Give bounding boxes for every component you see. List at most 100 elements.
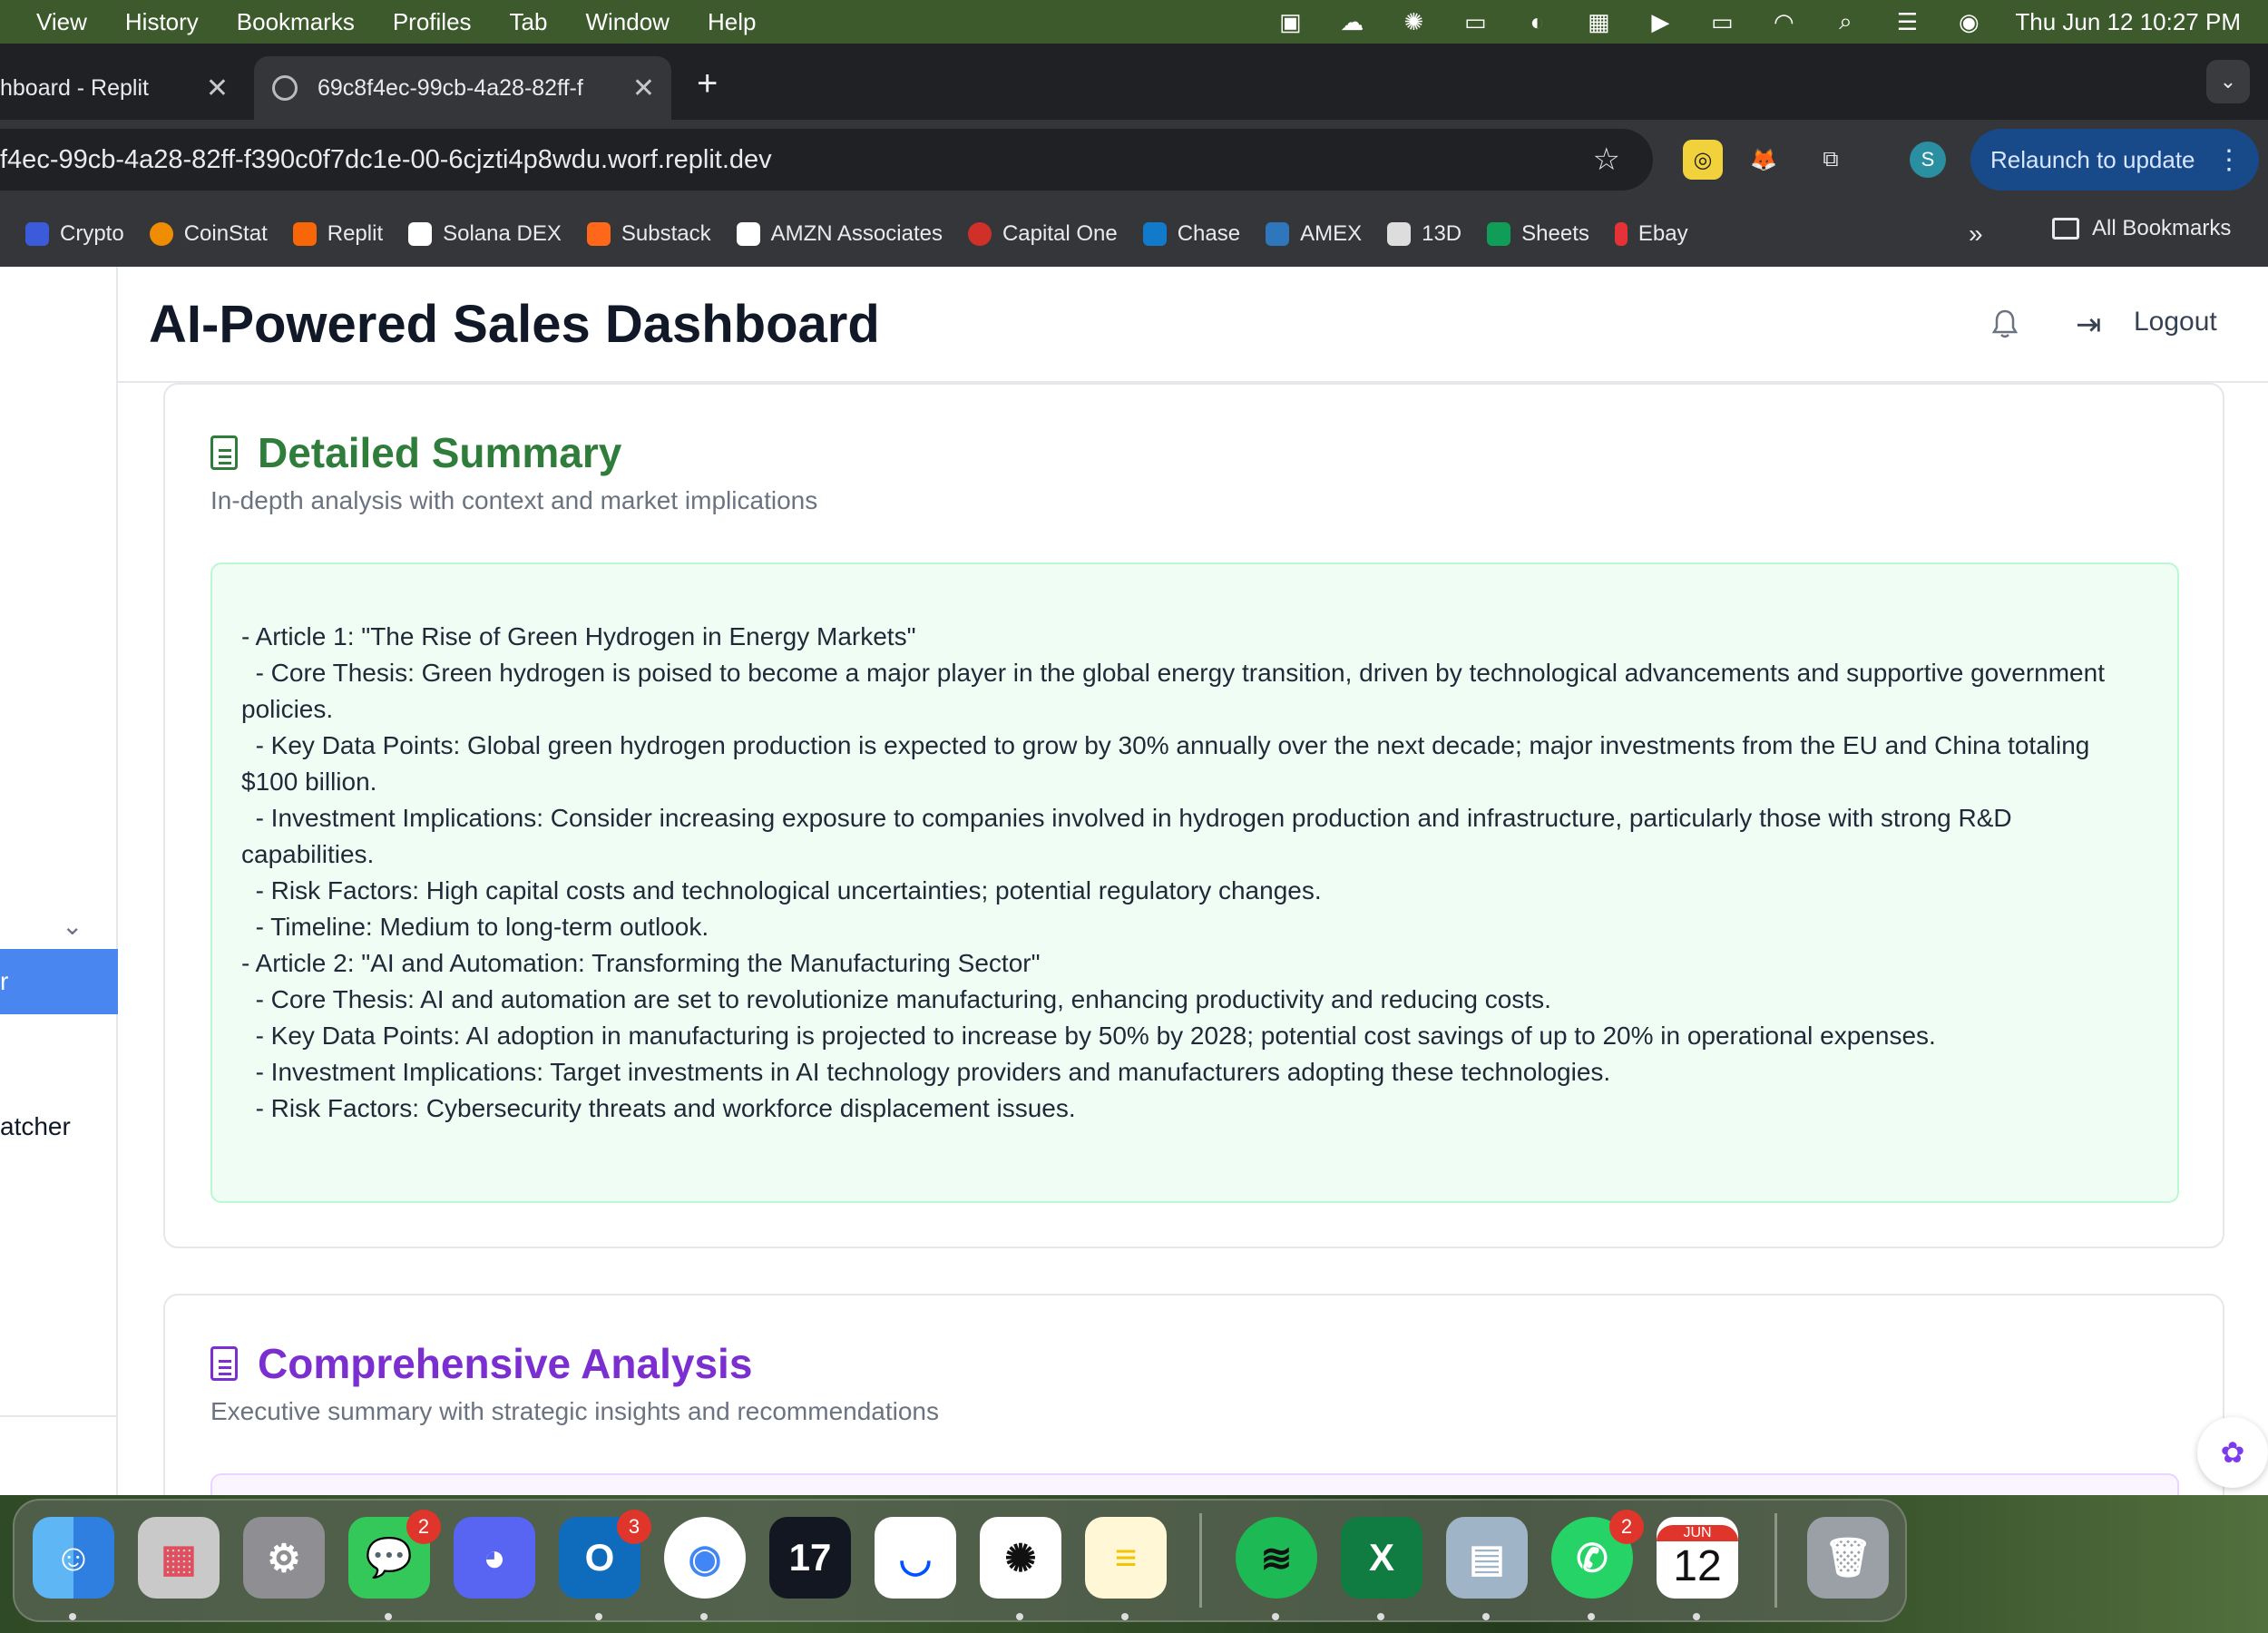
card-subtitle: Executive summary with strategic insight…: [210, 1397, 940, 1425]
wifi-icon[interactable]: ◠: [1768, 8, 1799, 35]
summary-line: - Article 1: "The Rise of Green Hydrogen…: [241, 622, 916, 650]
document-icon: [210, 435, 238, 470]
document-icon: [210, 1346, 238, 1381]
ai-assistant-brain-icon[interactable]: ✿: [2197, 1417, 2268, 1488]
menu-profiles[interactable]: Profiles: [393, 8, 472, 36]
dock-separator: [1774, 1513, 1777, 1608]
summary-line: - Risk Factors: Cybersecurity threats an…: [241, 1094, 1076, 1122]
screen-mirror-icon[interactable]: ▭: [1460, 8, 1491, 35]
sidebar-item-label: r: [0, 967, 9, 995]
menu-tab[interactable]: Tab: [510, 8, 548, 36]
menu-help[interactable]: Help: [708, 8, 756, 36]
chatgpt-status-icon[interactable]: ✺: [1398, 8, 1429, 35]
bookmark-ebay[interactable]: Ebay: [1614, 221, 1688, 247]
bell-icon[interactable]: [1991, 308, 2019, 339]
messages-badge: 2: [406, 1510, 441, 1544]
chrome-icon[interactable]: ◉: [664, 1517, 746, 1599]
chatgpt-icon[interactable]: ✺: [980, 1517, 1061, 1599]
comprehensive-analysis-card: Comprehensive Analysis Executive summary…: [163, 1294, 2224, 1495]
all-bookmarks-button[interactable]: All Bookmarks: [2052, 216, 2231, 241]
outlook-status-icon[interactable]: ▣: [1275, 8, 1305, 35]
analysis-text-box[interactable]: [210, 1473, 2179, 1495]
calendar-icon[interactable]: JUN 12: [1657, 1517, 1738, 1599]
discord-icon[interactable]: ◕: [454, 1517, 535, 1599]
trash-icon[interactable]: 🗑: [1807, 1517, 1889, 1599]
tab-replit-dashboard[interactable]: hboard - Replit ✕: [0, 56, 245, 120]
calendar-month: JUN: [1657, 1524, 1738, 1541]
notes-icon[interactable]: ≡: [1085, 1517, 1167, 1599]
bookmark-chase[interactable]: Chase: [1142, 221, 1241, 247]
address-bar[interactable]: f4ec-99cb-4a28-82ff-f390c0f7dc1e-00-6cjz…: [0, 129, 1653, 191]
sheets-icon: [1487, 222, 1511, 246]
bookmark-star-icon[interactable]: ☆: [1593, 142, 1620, 178]
extension-icon[interactable]: ◎: [1683, 140, 1723, 180]
coinstat-icon: [149, 222, 173, 246]
battery-icon[interactable]: ▭: [1706, 8, 1737, 35]
menu-bookmarks[interactable]: Bookmarks: [237, 8, 355, 36]
whatsapp-icon[interactable]: ✆ 2: [1551, 1510, 1644, 1599]
bookmark-substack[interactable]: Substack: [586, 221, 711, 247]
extensions-puzzle-icon[interactable]: ⧉: [1811, 140, 1851, 180]
close-tab-icon[interactable]: ✕: [632, 73, 655, 104]
spotlight-search-icon[interactable]: ⌕: [1830, 7, 1861, 34]
logout-button[interactable]: Logout: [2134, 307, 2217, 337]
running-indicator: [1272, 1613, 1279, 1620]
summary-text-box[interactable]: - Article 1: "The Rise of Green Hydrogen…: [210, 562, 2179, 1203]
focus-icon[interactable]: ◐: [1521, 8, 1552, 35]
tab-active[interactable]: 69c8f4ec-99cb-4a28-82ff-f ✕: [254, 56, 671, 120]
running-indicator: [385, 1613, 392, 1620]
bookmark-13d[interactable]: 13D: [1387, 221, 1461, 247]
bookmark-amzn-associates[interactable]: AMZN Associates: [736, 221, 943, 247]
bookmark-replit[interactable]: Replit: [292, 221, 383, 247]
menu-history[interactable]: History: [125, 8, 199, 36]
running-indicator: [1588, 1613, 1595, 1620]
cloud-check-icon[interactable]: ☁: [1336, 8, 1367, 35]
amazon-icon: [736, 222, 760, 246]
capital-one-icon: [967, 222, 992, 246]
tab-search-chevron-icon[interactable]: ⌄: [2206, 60, 2250, 103]
play-icon[interactable]: ▶: [1645, 8, 1676, 35]
running-indicator: [700, 1613, 708, 1620]
bookmark-capital-one[interactable]: Capital One: [967, 221, 1118, 247]
siri-icon[interactable]: ◉: [1953, 8, 1984, 35]
running-indicator: [1377, 1613, 1384, 1620]
layout-icon[interactable]: ▦: [1583, 8, 1614, 35]
more-bookmarks-chevron-icon[interactable]: »: [1969, 220, 1983, 249]
bookmark-coinstat[interactable]: CoinStat: [149, 221, 268, 247]
new-tab-icon[interactable]: +: [697, 64, 718, 104]
coinbase-wallet-icon[interactable]: ◡: [875, 1517, 956, 1599]
menubar-clock[interactable]: Thu Jun 12 10:27 PM: [2015, 8, 2241, 36]
profile-avatar[interactable]: S: [1910, 142, 1946, 178]
launchpad-icon[interactable]: ▦: [138, 1517, 220, 1599]
tradingview-icon[interactable]: 17: [769, 1517, 851, 1599]
messages-icon[interactable]: 💬 2: [348, 1510, 441, 1599]
detailed-summary-card: Detailed Summary In-depth analysis with …: [163, 383, 2224, 1248]
more-menu-icon[interactable]: ⋮: [2215, 144, 2243, 176]
13d-icon: [1387, 222, 1412, 246]
finder-icon[interactable]: ☺: [33, 1517, 114, 1599]
menu-window[interactable]: Window: [585, 8, 669, 36]
chevron-down-icon[interactable]: ⌄: [62, 911, 83, 941]
control-center-icon[interactable]: ☰: [1892, 8, 1922, 35]
sidebar-item-active[interactable]: r: [0, 949, 118, 1014]
metamask-icon[interactable]: 🦊: [1744, 140, 1784, 180]
tab-title: hboard - Replit: [0, 74, 149, 101]
excel-icon[interactable]: X: [1341, 1517, 1422, 1599]
bookmark-sheets[interactable]: Sheets: [1487, 221, 1589, 247]
sidebar-item-watcher[interactable]: atcher: [0, 1112, 71, 1141]
bookmark-solana-dex[interactable]: Solana DEX: [408, 221, 562, 247]
bookmark-amex[interactable]: AMEX: [1266, 221, 1362, 247]
logout-icon[interactable]: ⇥: [2076, 307, 2102, 343]
card-subtitle: In-depth analysis with context and marke…: [210, 486, 818, 514]
relaunch-button[interactable]: Relaunch to update ⋮: [1970, 129, 2259, 191]
solana-dex-icon: [408, 222, 433, 246]
spotify-icon[interactable]: ≋: [1236, 1517, 1317, 1599]
bookmark-label: Chase: [1177, 221, 1241, 246]
preview-icon[interactable]: ▤: [1446, 1517, 1528, 1599]
close-tab-icon[interactable]: ✕: [206, 73, 229, 104]
outlook-icon[interactable]: O3: [559, 1510, 651, 1599]
menu-view[interactable]: View: [36, 8, 87, 36]
url-text: f4ec-99cb-4a28-82ff-f390c0f7dc1e-00-6cjz…: [0, 144, 772, 174]
bookmark-crypto[interactable]: Crypto: [25, 221, 124, 247]
system-settings-icon[interactable]: ⚙: [243, 1517, 325, 1599]
